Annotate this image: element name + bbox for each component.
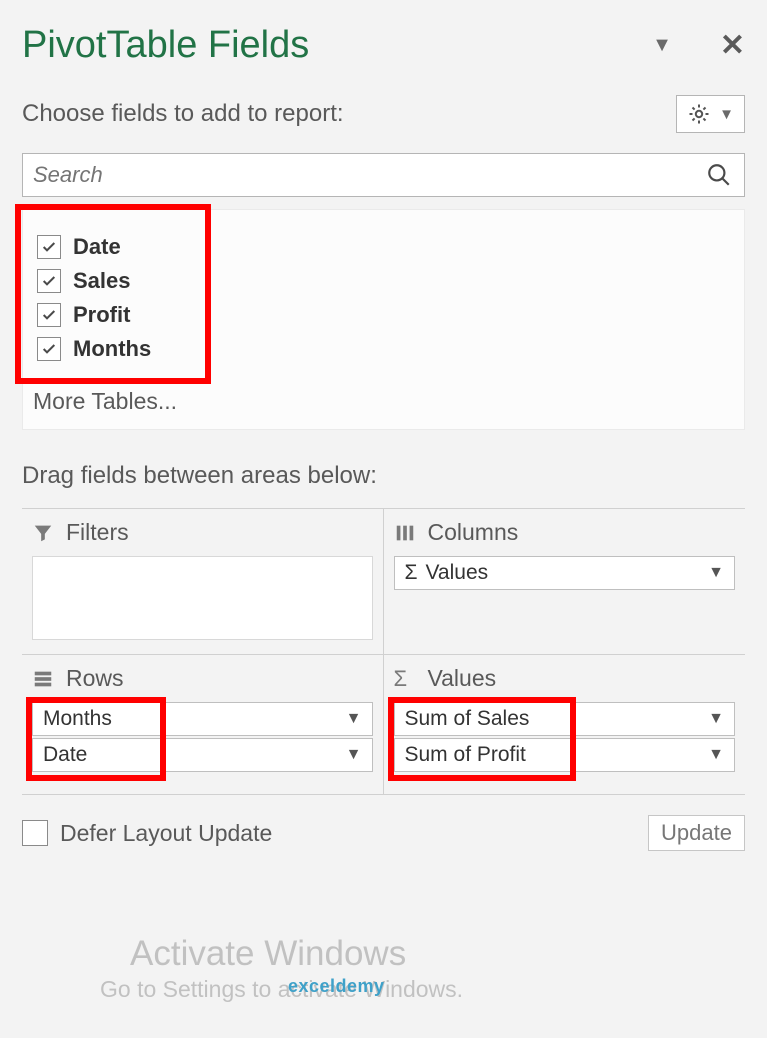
pane-header: PivotTable Fields ▼ ✕ [22, 24, 745, 67]
checkbox[interactable] [37, 235, 61, 259]
area-values-header: Σ Values [394, 665, 736, 692]
area-header-label: Values [428, 665, 497, 692]
defer-update-toggle[interactable]: Defer Layout Update [22, 820, 272, 847]
area-filters-header: Filters [32, 519, 373, 546]
pane-title: PivotTable Fields [22, 24, 309, 67]
area-header-label: Columns [428, 519, 519, 546]
area-header-label: Filters [66, 519, 129, 546]
chip-label: Sum of Sales [405, 707, 530, 731]
pane-header-controls: ▼ ✕ [652, 28, 745, 63]
gear-icon [687, 102, 711, 126]
collapse-menu-icon[interactable]: ▼ [652, 34, 672, 57]
chip-label: Values [425, 561, 488, 585]
checkbox[interactable] [37, 337, 61, 361]
area-columns-header: Columns [394, 519, 736, 546]
more-tables-link[interactable]: More Tables... [33, 388, 734, 415]
chevron-down-icon: ▼ [346, 710, 362, 728]
footer-row: Defer Layout Update Update [22, 815, 745, 851]
area-columns[interactable]: Columns Σ Values ▼ [384, 509, 746, 655]
checkbox[interactable] [37, 303, 61, 327]
field-label: Months [73, 336, 151, 362]
search-icon [706, 162, 732, 188]
chevron-down-icon: ▼ [719, 106, 734, 123]
field-item-profit[interactable]: Profit [37, 298, 151, 332]
area-header-label: Rows [66, 665, 124, 692]
chip-label: Months [43, 707, 112, 731]
rows-chip-months[interactable]: Months ▼ [32, 702, 373, 736]
drag-fields-label: Drag fields between areas below: [22, 462, 745, 490]
pivottable-fields-pane: PivotTable Fields ▼ ✕ Choose fields to a… [0, 0, 767, 1038]
rows-chip-date[interactable]: Date ▼ [32, 738, 373, 772]
checkbox[interactable] [37, 269, 61, 293]
chevron-down-icon: ▼ [708, 564, 724, 582]
field-item-sales[interactable]: Sales [37, 264, 151, 298]
areas-grid: Filters Columns Σ Values ▼ Rows [22, 508, 745, 795]
checkbox[interactable] [22, 820, 48, 846]
tools-menu-button[interactable]: ▼ [676, 95, 745, 133]
field-label: Profit [73, 302, 130, 328]
filter-icon [32, 522, 54, 544]
values-chip-sum-sales[interactable]: Sum of Sales ▼ [394, 702, 736, 736]
search-box[interactable] [22, 153, 745, 197]
columns-icon [394, 522, 416, 544]
field-item-months[interactable]: Months [37, 332, 151, 366]
check-icon [41, 307, 57, 323]
search-input[interactable] [33, 162, 706, 188]
fields-list-section: Date Sales Profit Months More T [22, 209, 745, 430]
columns-chip-values[interactable]: Σ Values ▼ [394, 556, 736, 590]
field-item-date[interactable]: Date [37, 230, 151, 264]
check-icon [41, 239, 57, 255]
area-rows[interactable]: Rows Months ▼ Date ▼ [22, 655, 384, 795]
values-chip-sum-profit[interactable]: Sum of Profit ▼ [394, 738, 736, 772]
area-rows-header: Rows [32, 665, 373, 692]
update-button[interactable]: Update [648, 815, 745, 851]
check-icon [41, 273, 57, 289]
filters-dropzone[interactable] [32, 556, 373, 640]
chip-label: Date [43, 743, 87, 767]
sigma-icon: Σ [405, 561, 418, 585]
chip-label: Sum of Profit [405, 743, 526, 767]
defer-update-label: Defer Layout Update [60, 820, 272, 847]
chevron-down-icon: ▼ [708, 746, 724, 764]
choose-fields-row: Choose fields to add to report: ▼ [22, 95, 745, 133]
fields-list: Date Sales Profit Months [33, 224, 185, 372]
area-filters[interactable]: Filters [22, 509, 384, 655]
area-values[interactable]: Σ Values Sum of Sales ▼ Sum of Profit ▼ [384, 655, 746, 795]
chevron-down-icon: ▼ [708, 710, 724, 728]
sigma-icon: Σ [394, 668, 416, 690]
close-icon[interactable]: ✕ [720, 28, 745, 63]
field-label: Sales [73, 268, 131, 294]
field-label: Date [73, 234, 121, 260]
rows-icon [32, 668, 54, 690]
check-icon [41, 341, 57, 357]
chevron-down-icon: ▼ [346, 746, 362, 764]
choose-fields-label: Choose fields to add to report: [22, 100, 344, 128]
